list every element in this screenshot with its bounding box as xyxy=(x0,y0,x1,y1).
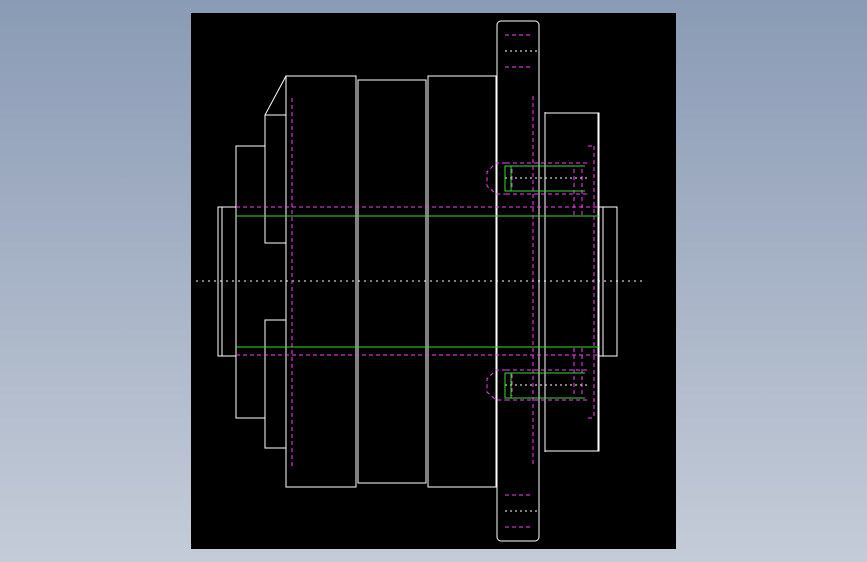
cad-app-background: { "drawing": { "title": "", "colors": { … xyxy=(0,0,867,562)
left-hub xyxy=(217,75,287,449)
cad-drawing-viewport[interactable] xyxy=(191,13,676,549)
bolt-hole-marks xyxy=(505,50,590,512)
coupling-drawing xyxy=(196,20,642,542)
